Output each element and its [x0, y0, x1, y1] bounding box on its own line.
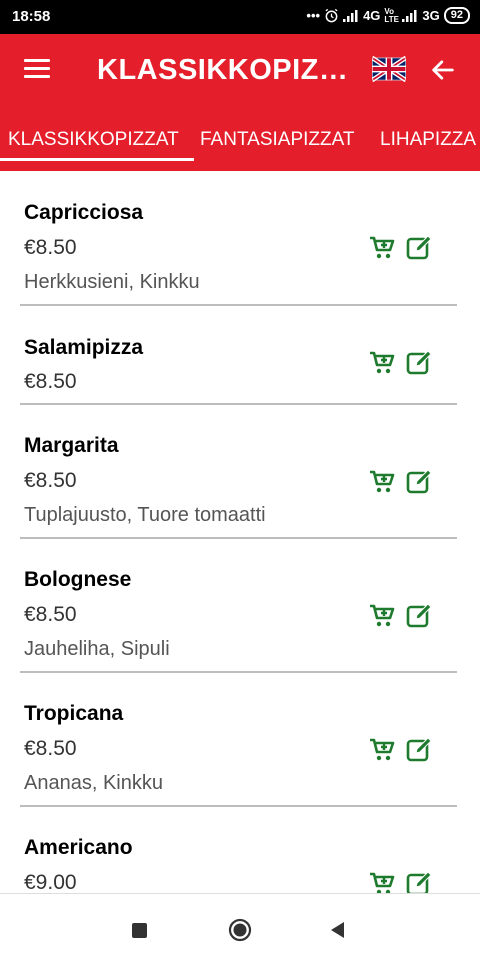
add-to-cart-icon[interactable]	[369, 604, 395, 628]
volte-label: Vo LTE	[384, 6, 399, 24]
edit-icon[interactable]	[406, 602, 434, 628]
item-price: €8.50	[24, 603, 77, 626]
back-arrow-icon[interactable]	[428, 56, 458, 84]
more-dots-icon: •••	[306, 8, 321, 23]
item-price: €8.50	[24, 370, 77, 393]
signal-icon	[343, 9, 358, 22]
item-name: Margarita	[24, 434, 119, 457]
list-item[interactable]: Tropicana €8.50 Ananas, Kinkku	[20, 673, 457, 807]
app-bar: KLASSIKKOPIZZ...	[0, 34, 480, 109]
list-item[interactable]: Americano €9.00	[20, 807, 457, 893]
item-price: €8.50	[24, 236, 77, 259]
add-to-cart-icon[interactable]	[369, 738, 395, 762]
item-price: €9.00	[24, 871, 77, 893]
add-to-cart-icon[interactable]	[369, 872, 395, 893]
add-to-cart-icon[interactable]	[369, 351, 395, 375]
edit-icon[interactable]	[406, 349, 434, 375]
alarm-icon	[325, 8, 338, 23]
page-title: KLASSIKKOPIZZ...	[97, 54, 352, 86]
add-to-cart-icon[interactable]	[369, 236, 395, 260]
add-to-cart-icon[interactable]	[369, 470, 395, 494]
item-price: €8.50	[24, 469, 77, 492]
home-icon[interactable]	[228, 918, 252, 942]
hamburger-menu-icon[interactable]	[24, 59, 50, 81]
list-item[interactable]: Salamipizza €8.50	[20, 306, 457, 405]
pizza-list: Capricciosa €8.50 Herkkusieni, Kinkku Sa…	[0, 171, 480, 893]
edit-icon[interactable]	[406, 468, 434, 494]
tab-indicator	[0, 158, 194, 161]
system-nav-bar	[0, 893, 480, 961]
uk-flag-icon[interactable]	[372, 56, 406, 82]
item-description: Jauheliha, Sipuli	[24, 638, 170, 660]
edit-icon[interactable]	[406, 736, 434, 762]
nav-back-icon[interactable]	[328, 920, 346, 940]
item-name: Tropicana	[24, 702, 124, 725]
item-name: Capricciosa	[24, 201, 144, 224]
tab-lihapizzat[interactable]: LIHAPIZZA	[380, 129, 476, 151]
item-price: €8.50	[24, 737, 77, 760]
status-time: 18:58	[12, 8, 51, 25]
list-item[interactable]: Capricciosa €8.50 Herkkusieni, Kinkku	[20, 171, 457, 306]
edit-icon[interactable]	[406, 234, 434, 260]
battery-icon: 92	[443, 7, 470, 24]
status-icons: ••• 4G Vo LTE 3G 92	[306, 7, 470, 24]
item-name: Salamipizza	[24, 336, 144, 359]
item-description: Herkkusieni, Kinkku	[24, 271, 200, 293]
item-description: Ananas, Kinkku	[24, 772, 163, 794]
tab-klassikkopizzat[interactable]: KLASSIKKOPIZZAT	[8, 129, 179, 151]
list-item[interactable]: Bolognese €8.50 Jauheliha, Sipuli	[20, 539, 457, 673]
list-item[interactable]: Margarita €8.50 Tuplajuusto, Tuore tomaa…	[20, 405, 457, 539]
edit-icon[interactable]	[406, 870, 434, 893]
recent-apps-icon[interactable]	[132, 923, 147, 938]
status-bar: 18:58 ••• 4G Vo LTE 3G 92	[0, 0, 480, 34]
tab-fantasiapizzat[interactable]: FANTASIAPIZZAT	[200, 129, 354, 151]
item-name: Bolognese	[24, 568, 132, 591]
network-type-1: 4G	[363, 8, 381, 23]
item-name: Americano	[24, 836, 133, 859]
signal-icon-2	[402, 9, 417, 22]
category-tabs: KLASSIKKOPIZZAT FANTASIAPIZZAT LIHAPIZZA	[0, 109, 480, 171]
item-description: Tuplajuusto, Tuore tomaatti	[24, 504, 266, 526]
network-type-2: 3G	[422, 8, 440, 23]
